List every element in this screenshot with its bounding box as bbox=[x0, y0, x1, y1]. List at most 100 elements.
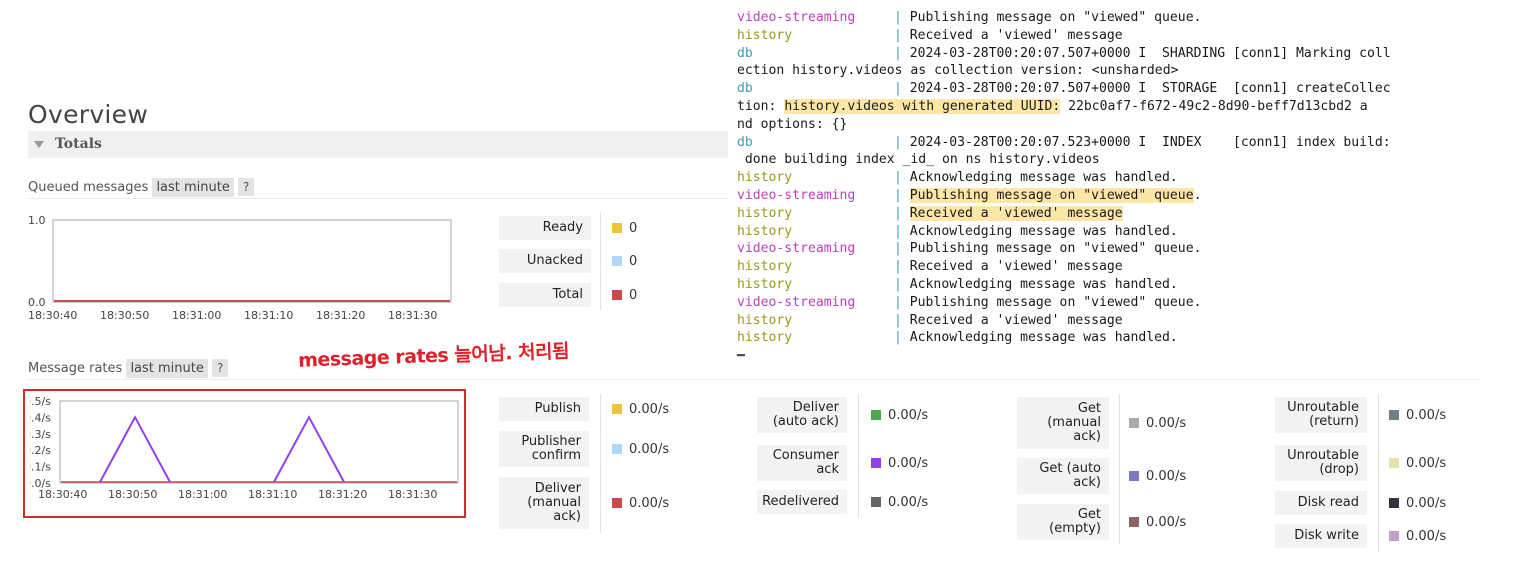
pipe-separator: | bbox=[894, 188, 910, 203]
legend-value-text: 0.00/s bbox=[1406, 407, 1447, 423]
legend-value-text: 0 bbox=[629, 287, 638, 303]
legend-swatch bbox=[1389, 498, 1399, 508]
pipe-separator: | bbox=[894, 223, 910, 239]
terminal-line: video-streaming | Publishing message on "… bbox=[737, 187, 1201, 205]
terminal-line: db | 2024-03-28T00:20:07.507+0000 I STORA… bbox=[737, 80, 1391, 98]
legend-value-text: 0.00/s bbox=[1146, 514, 1187, 530]
legend-value-text: 0 bbox=[629, 253, 638, 269]
queued-messages-header: Queued messages last minute ? bbox=[28, 178, 255, 197]
legend-label: Ready bbox=[499, 216, 591, 240]
legend-swatch bbox=[871, 497, 881, 507]
service-name: video-streaming bbox=[737, 241, 856, 257]
legend-swatch bbox=[871, 458, 881, 468]
legend-value: 0.00/s bbox=[1389, 445, 1446, 481]
y-tick-label: 0.5/s bbox=[30, 395, 51, 408]
service-name: history bbox=[737, 312, 793, 328]
log-text: Acknowledging message was handled. bbox=[909, 277, 1178, 292]
service-name: history bbox=[737, 259, 793, 275]
queued-messages-chart: 1.0 0.0 18:30:40 18:30:50 18:31:00 18:31:10… bbox=[28, 208, 468, 330]
terminal-line: video-streaming | Publishing message on "… bbox=[737, 294, 1201, 312]
terminal-line: history | Received a 'viewed' message bbox=[737, 27, 1123, 45]
collapse-triangle-icon[interactable] bbox=[34, 141, 44, 148]
legend-swatch bbox=[612, 290, 622, 300]
legend-value-text: 0.00/s bbox=[1146, 468, 1187, 484]
log-text: nd options: {} bbox=[737, 116, 848, 132]
service-name: db bbox=[737, 81, 753, 97]
legend-value: 0.00/s bbox=[1389, 397, 1446, 433]
legend-value-text: 0.00/s bbox=[888, 494, 929, 510]
legend-value-text: 0.00/s bbox=[1406, 455, 1447, 471]
legend-value: 0.00/s bbox=[871, 490, 928, 514]
log-text: Publishing message on "viewed" queue. bbox=[909, 294, 1202, 310]
service-name: db bbox=[737, 134, 753, 150]
pipe-separator: | bbox=[894, 241, 910, 257]
legend-value-text: 0.00/s bbox=[1146, 415, 1187, 431]
log-text: Publishing message on "viewed" queue. bbox=[909, 10, 1202, 25]
service-name: history bbox=[737, 223, 793, 239]
legend-label: Get (empty) bbox=[1017, 504, 1109, 540]
legend-value: 0 bbox=[612, 216, 637, 240]
pipe-separator: | bbox=[894, 45, 910, 61]
log-text: Publishing message on "viewed" queue. bbox=[909, 241, 1202, 257]
queued-messages-heading: Queued messages bbox=[28, 180, 149, 195]
log-text: Received a 'viewed' message bbox=[909, 259, 1123, 275]
queued-range-selector[interactable]: last minute bbox=[152, 178, 234, 197]
legend-value: 0.00/s bbox=[871, 397, 928, 433]
legend-swatch bbox=[612, 223, 622, 233]
legend-label: Publish bbox=[499, 397, 589, 421]
pipe-separator: | bbox=[894, 259, 910, 275]
x-tick-label: 18:31:30 bbox=[388, 488, 437, 501]
terminal-line: db | 2024-03-28T00:20:07.507+0000 I SHARD… bbox=[737, 45, 1391, 63]
legend-swatch bbox=[1389, 410, 1399, 420]
x-tick-label: 18:31:20 bbox=[318, 488, 367, 501]
service-name: history bbox=[737, 27, 793, 43]
log-text: Acknowledging message was handled. bbox=[909, 223, 1178, 239]
legend-value-text: 0.00/s bbox=[629, 495, 670, 511]
y-tick-label: 0.3/s bbox=[30, 428, 51, 441]
legend-value-text: 0.00/s bbox=[1406, 528, 1447, 544]
service-name: video-streaming bbox=[737, 188, 856, 203]
legend-value: 0.00/s bbox=[612, 431, 669, 467]
log-text-tail: 22bc0af7-f672-49c2-8d90-beff7d13cbd2 a bbox=[1060, 99, 1368, 114]
service-name: video-streaming bbox=[737, 294, 856, 310]
pipe-separator: | bbox=[894, 170, 910, 186]
legend-divider bbox=[1378, 394, 1379, 552]
handwritten-annotation: message rates 늘어남. 처리됨 bbox=[297, 340, 570, 372]
totals-section-header[interactable] bbox=[28, 131, 728, 158]
legend-swatch bbox=[612, 498, 622, 508]
pipe-separator: | bbox=[894, 277, 910, 292]
rates-help-button[interactable]: ? bbox=[212, 359, 229, 377]
legend-value-text: 0 bbox=[629, 220, 638, 236]
legend-swatch bbox=[1389, 458, 1399, 468]
terminal-line: nd options: {} bbox=[737, 116, 847, 134]
legend-swatch bbox=[1129, 517, 1139, 527]
x-tick-label: 18:31:00 bbox=[172, 309, 221, 322]
legend-label: Consumer ack bbox=[757, 445, 847, 481]
message-rates-heading: Message rates bbox=[28, 361, 123, 376]
log-text: Acknowledging message was handled. bbox=[909, 170, 1178, 186]
legend-value: 0.00/s bbox=[1389, 524, 1446, 548]
queued-help-button[interactable]: ? bbox=[238, 178, 255, 196]
totals-label[interactable]: Totals bbox=[55, 136, 102, 152]
legend-swatch bbox=[1129, 418, 1139, 428]
page-title: Overview bbox=[28, 100, 149, 129]
x-tick-label: 18:31:10 bbox=[248, 488, 297, 501]
legend-swatch bbox=[612, 404, 622, 414]
terminal-cursor: ▁ bbox=[737, 342, 745, 358]
terminal-line: history | Acknowledging message was handl… bbox=[737, 276, 1178, 294]
rates-range-selector[interactable]: last minute bbox=[126, 359, 208, 378]
service-name: history bbox=[737, 205, 793, 221]
log-text: Received a 'viewed' message bbox=[909, 312, 1123, 328]
legend-divider bbox=[600, 212, 601, 310]
legend-value: 0 bbox=[612, 249, 637, 273]
log-text: ection history.videos as collection vers… bbox=[737, 63, 1179, 79]
legend-label: Unroutable (drop) bbox=[1275, 445, 1367, 481]
pipe-separator: | bbox=[894, 10, 910, 25]
legend-label: Redelivered bbox=[757, 490, 847, 514]
legend-label: Get (manual ack) bbox=[1017, 397, 1109, 449]
x-tick-label: 18:31:00 bbox=[178, 488, 227, 501]
terminal-line: video-streaming | Publishing message on "… bbox=[737, 9, 1201, 27]
legend-label: Deliver (auto ack) bbox=[757, 397, 847, 433]
legend-value-text: 0.00/s bbox=[629, 441, 670, 457]
legend-value: 0.00/s bbox=[612, 397, 669, 421]
